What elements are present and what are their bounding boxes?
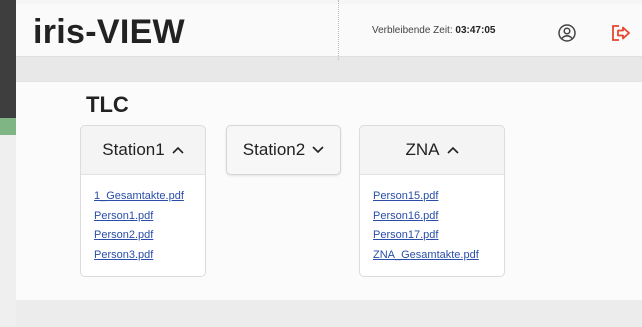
footer-band [16, 300, 642, 327]
dropdown-station2-label: Station2 [242, 140, 306, 159]
remaining-time: Verbleibende Zeit: 03:47:05 [372, 24, 495, 38]
background-dotted-line [338, 0, 339, 60]
file-link[interactable]: Person3.pdf [94, 246, 205, 266]
dropdown-zna[interactable]: ZNA [359, 125, 505, 175]
chevron-up-icon [172, 146, 184, 154]
file-link[interactable]: Person15.pdf [373, 187, 504, 207]
remaining-time-label: Verbleibende Zeit: [372, 25, 453, 36]
chevron-up-icon [446, 146, 459, 154]
background-left-light [0, 135, 16, 327]
file-link[interactable]: Person17.pdf [373, 226, 504, 246]
app-window: iris-VIEW Verbleibende Zeit: 03:47:05 TL… [16, 0, 642, 327]
dropdown-zna-panel: Person15.pdf Person16.pdf Person17.pdf Z… [359, 175, 505, 277]
header-shadow-band [16, 57, 642, 81]
file-link[interactable]: Person2.pdf [94, 226, 205, 246]
remaining-time-value: 03:47:05 [455, 25, 496, 36]
file-link[interactable]: 1_Gesamtakte.pdf [94, 187, 205, 207]
app-logo: iris-VIEW [33, 13, 185, 51]
file-link[interactable]: Person1.pdf [94, 207, 205, 227]
dropdown-station1[interactable]: Station1 [80, 125, 206, 175]
file-link[interactable]: ZNA_Gesamtakte.pdf [373, 246, 504, 266]
chevron-down-icon [312, 146, 324, 154]
section-title: TLC [86, 92, 129, 117]
file-link[interactable]: Person16.pdf [373, 207, 504, 227]
app-header: iris-VIEW Verbleibende Zeit: 03:47:05 [16, 4, 642, 57]
dropdown-station2[interactable]: Station2 [226, 125, 341, 175]
background-green-strip [0, 118, 16, 135]
dropdown-station1-label: Station1 [102, 140, 165, 159]
dropdown-zna-label: ZNA [405, 140, 440, 159]
main-content: TLC Station1 1_Gesamtakte.pdf Person1.pd… [16, 81, 642, 301]
dropdown-station1-panel: 1_Gesamtakte.pdf Person1.pdf Person2.pdf… [80, 175, 206, 277]
user-icon[interactable] [558, 24, 576, 42]
logout-icon[interactable] [610, 24, 632, 42]
